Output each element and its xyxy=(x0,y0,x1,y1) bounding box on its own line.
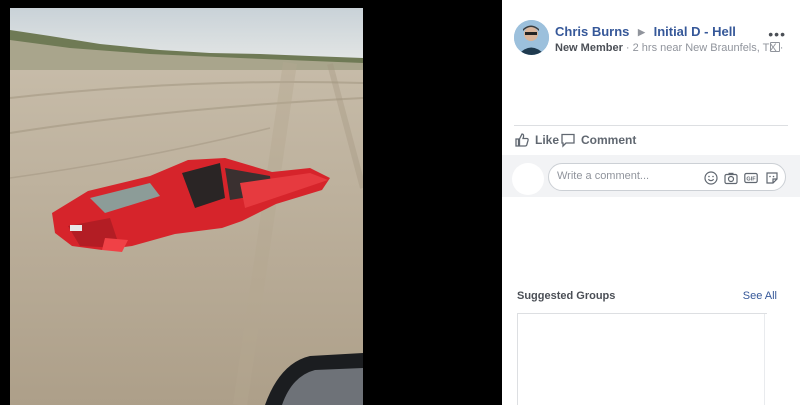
more-icon[interactable]: ••• xyxy=(768,27,786,41)
post-side-panel: Chris Burns ▶ Initial D - Hell New Membe… xyxy=(502,0,800,405)
comment-input[interactable] xyxy=(557,170,697,182)
avatar-image xyxy=(514,20,549,55)
commenter-avatar xyxy=(512,163,544,195)
post-header-names: Chris Burns ▶ Initial D - Hell xyxy=(555,24,736,39)
like-icon xyxy=(515,133,529,147)
audience-icon[interactable] xyxy=(770,42,780,52)
photo-viewer-stage xyxy=(0,0,502,405)
comment-button[interactable]: Comment xyxy=(560,132,636,148)
comment-label: Comment xyxy=(581,133,637,147)
group-name-link[interactable]: Initial D - Hell xyxy=(654,24,736,39)
sticker-icon[interactable] xyxy=(765,171,779,185)
comment-box[interactable]: GIF xyxy=(548,163,786,191)
author-avatar[interactable] xyxy=(514,20,549,55)
suggested-group-card[interactable] xyxy=(517,313,767,405)
divider xyxy=(514,125,788,126)
emoji-icon[interactable] xyxy=(704,171,718,185)
post-meta: New Member · 2 hrs near New Braunfels, T… xyxy=(555,42,783,54)
camera-icon[interactable] xyxy=(724,171,738,185)
author-name-link[interactable]: Chris Burns xyxy=(555,24,629,39)
caret-right-icon: ▶ xyxy=(638,27,645,37)
post-photo[interactable] xyxy=(10,8,363,405)
suggested-groups-title: Suggested Groups xyxy=(517,290,616,302)
post-timestamp-location[interactable]: · 2 hrs near New Braunfels, TX · xyxy=(623,42,784,54)
beach-car-image xyxy=(10,8,363,405)
gif-icon[interactable]: GIF xyxy=(744,171,758,185)
like-button[interactable]: Like xyxy=(514,132,559,148)
suggested-groups-scrollbar[interactable] xyxy=(764,314,778,405)
svg-text:GIF: GIF xyxy=(746,177,756,183)
see-all-link[interactable]: See All xyxy=(743,290,777,302)
member-badge[interactable]: New Member xyxy=(555,42,623,54)
comment-icon xyxy=(561,133,575,148)
like-label: Like xyxy=(535,133,560,147)
